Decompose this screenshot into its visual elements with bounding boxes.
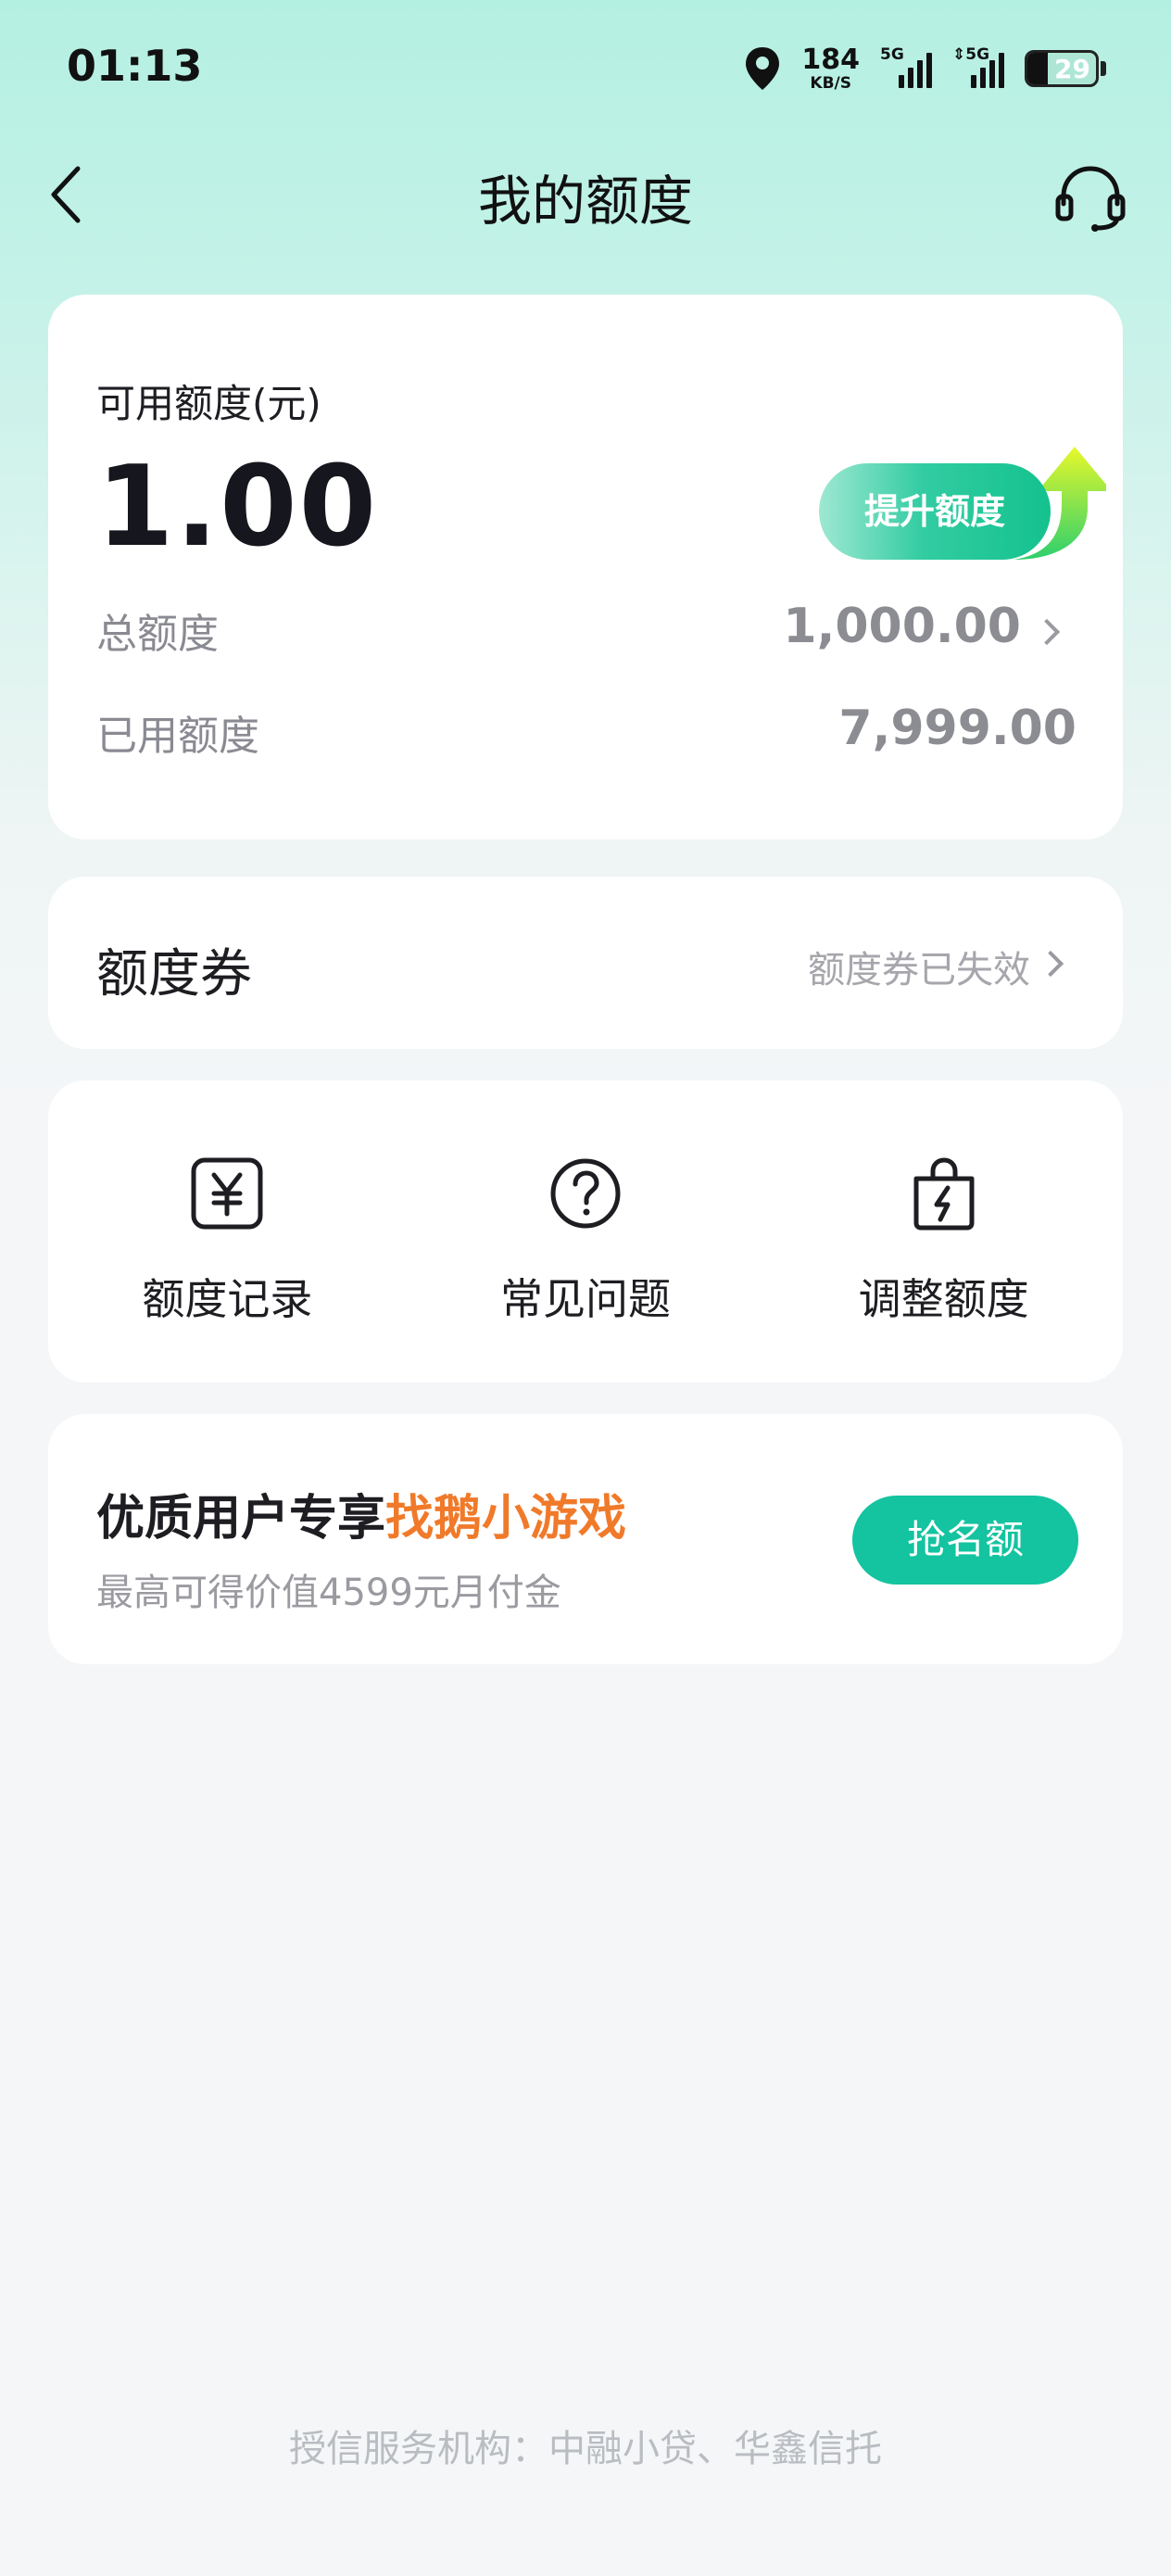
total-quota-value: 1,000.00 [783, 599, 1021, 654]
entry-label: 常见问题 [500, 1274, 671, 1324]
battery-level: 29 [1054, 54, 1090, 84]
network-speed: 184 KB/S [801, 43, 860, 93]
available-quota-amount: 1.00 [96, 443, 379, 572]
coupon-title: 额度券 [96, 944, 252, 1004]
promo-subtitle: 最高可得价值4599元月付金 [96, 1572, 561, 1614]
signal-sim1-icon: 5G [880, 45, 932, 92]
used-quota-value: 7,999.00 [838, 701, 1077, 756]
quick-entries: 额度记录 常见问题 调整额度 [48, 1080, 1123, 1383]
network-speed-unit: KB/S [810, 73, 851, 93]
total-quota-label: 总额度 [96, 611, 219, 658]
status-time: 01:13 [67, 41, 203, 91]
entry-quota-record[interactable]: 额度记录 [48, 1080, 407, 1383]
quota-card: 可用额度(元) 1.00 提升额度 总额度 1,000.00 已用额度 7,99… [48, 295, 1123, 840]
battery-icon: 29 [1025, 50, 1099, 87]
available-quota-label: 可用额度(元) [96, 381, 321, 426]
question-circle-icon [550, 1158, 621, 1229]
page-title: 我的额度 [477, 170, 693, 233]
entry-label: 额度记录 [142, 1274, 313, 1324]
promo-title-prefix: 优质用户专享 [96, 1491, 386, 1547]
yuan-record-icon [191, 1157, 263, 1230]
network-speed-value: 184 [801, 43, 860, 76]
headset-icon [1055, 166, 1126, 232]
entry-label: 调整额度 [858, 1274, 1029, 1324]
entry-adjust-quota[interactable]: 调整额度 [764, 1080, 1123, 1383]
coupon-status: 额度券已失效 [808, 949, 1030, 991]
customer-service-button[interactable] [1052, 159, 1128, 235]
total-quota-row[interactable]: 总额度 1,000.00 [48, 599, 1123, 684]
promo-title-highlight: 找鹅小游戏 [385, 1491, 627, 1547]
chevron-right-icon [1037, 950, 1064, 978]
used-quota-label: 已用额度 [96, 713, 259, 760]
grab-slot-button[interactable]: 抢名额 [852, 1496, 1078, 1585]
promo-title: 优质用户专享找鹅小游戏 [96, 1479, 626, 1548]
raise-quota-button[interactable]: 提升额度 [819, 443, 1106, 563]
promo-card[interactable]: 优质用户专享找鹅小游戏 最高可得价值4599元月付金 抢名额 [48, 1414, 1123, 1664]
entry-faq[interactable]: 常见问题 [407, 1080, 765, 1383]
raise-quota-label: 提升额度 [863, 491, 1005, 532]
location-icon [746, 47, 780, 90]
bag-lightning-icon [913, 1157, 975, 1231]
status-icons: 184 KB/S 5G ⇕5G 29 [744, 41, 1106, 96]
quota-coupon-row[interactable]: 额度券 额度券已失效 [48, 877, 1123, 1049]
signal-sim2-icon: ⇕5G [952, 45, 1004, 92]
footer-institutions: 授信服务机构：中融小贷、华鑫信托 [289, 2428, 882, 2470]
chevron-right-icon [1033, 618, 1061, 646]
status-bar: 01:13 184 KB/S 5G ⇕5G 29 [0, 0, 1171, 139]
battery-tip [1101, 61, 1106, 76]
